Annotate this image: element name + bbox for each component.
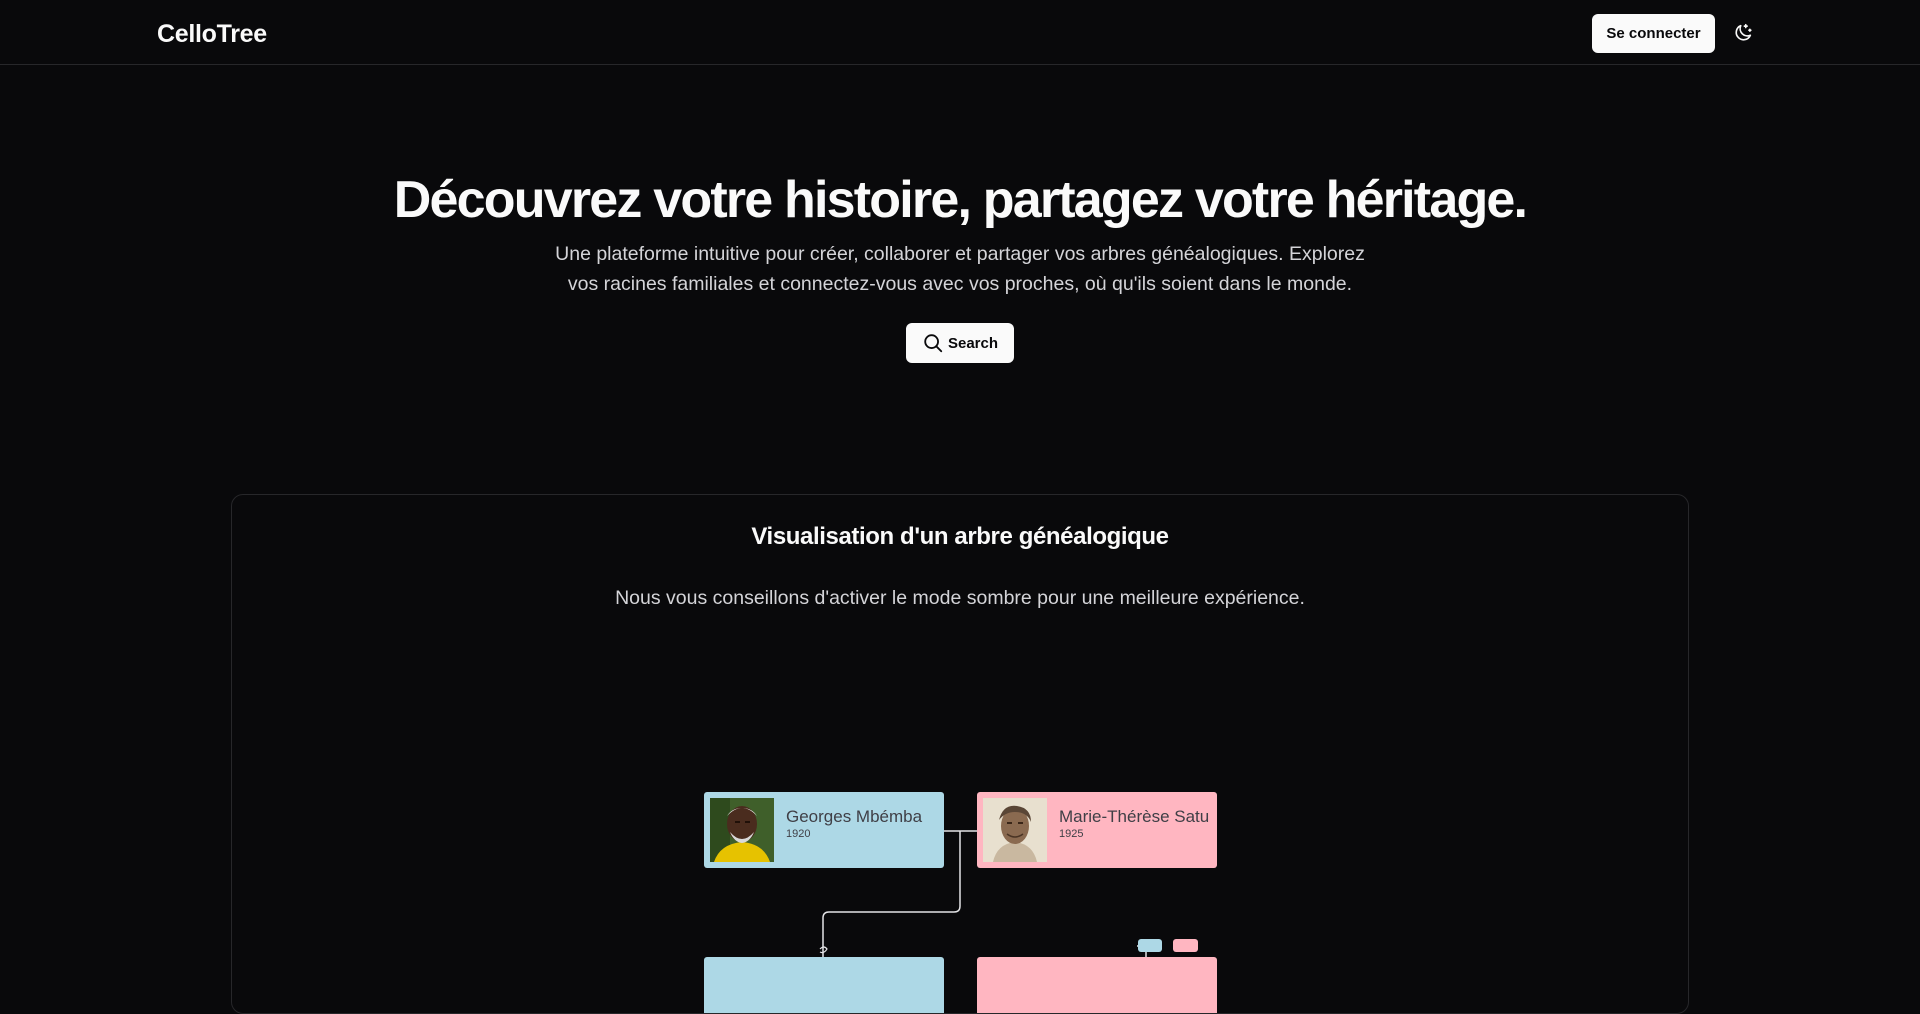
top-navbar: CelloTree Se connecter xyxy=(0,0,1920,65)
person-birth-year: 1925 xyxy=(1059,828,1084,840)
person-card-georges[interactable]: Georges Mbémba 1920 xyxy=(704,792,944,868)
tree-connectors xyxy=(819,830,1156,965)
person-photo xyxy=(710,798,774,862)
search-button[interactable]: Search xyxy=(906,323,1014,363)
mini-person-marker-female[interactable] xyxy=(1173,939,1198,952)
tree-visualization-card: Visualisation d'un arbre généalogique No… xyxy=(231,494,1689,1014)
hero-subtitle: Une plateforme intuitive pour créer, col… xyxy=(540,239,1380,299)
login-button[interactable]: Se connecter xyxy=(1592,14,1715,53)
family-tree-canvas[interactable]: Georges Mbémba 1920 Marie-Thérèse Satu 1… xyxy=(232,495,1688,1013)
hero-title: Découvrez votre histoire, partagez votre… xyxy=(393,171,1528,229)
person-card-marie-therese[interactable]: Marie-Thérèse Satu 1925 xyxy=(977,792,1217,868)
person-photo xyxy=(983,798,1047,862)
moon-stars-icon xyxy=(1735,23,1752,41)
hero-subtitle-line-2: vos racines familiales et connectez-vous… xyxy=(567,273,1353,295)
brand-logo[interactable]: CelloTree xyxy=(157,20,267,49)
hero-subtitle-line-1: Une plateforme intuitive pour créer, col… xyxy=(555,243,1365,265)
person-birth-year: 1920 xyxy=(786,828,811,840)
mini-person-marker-male[interactable] xyxy=(1138,939,1162,952)
person-card-child-male[interactable] xyxy=(704,957,944,1013)
search-icon xyxy=(924,334,943,353)
theme-toggle-button[interactable] xyxy=(1728,18,1758,48)
person-name: Georges Mbémba xyxy=(786,807,923,826)
person-card-child-female[interactable] xyxy=(977,957,1217,1013)
person-name: Marie-Thérèse Satu xyxy=(1059,807,1209,826)
search-button-label: Search xyxy=(947,334,999,352)
